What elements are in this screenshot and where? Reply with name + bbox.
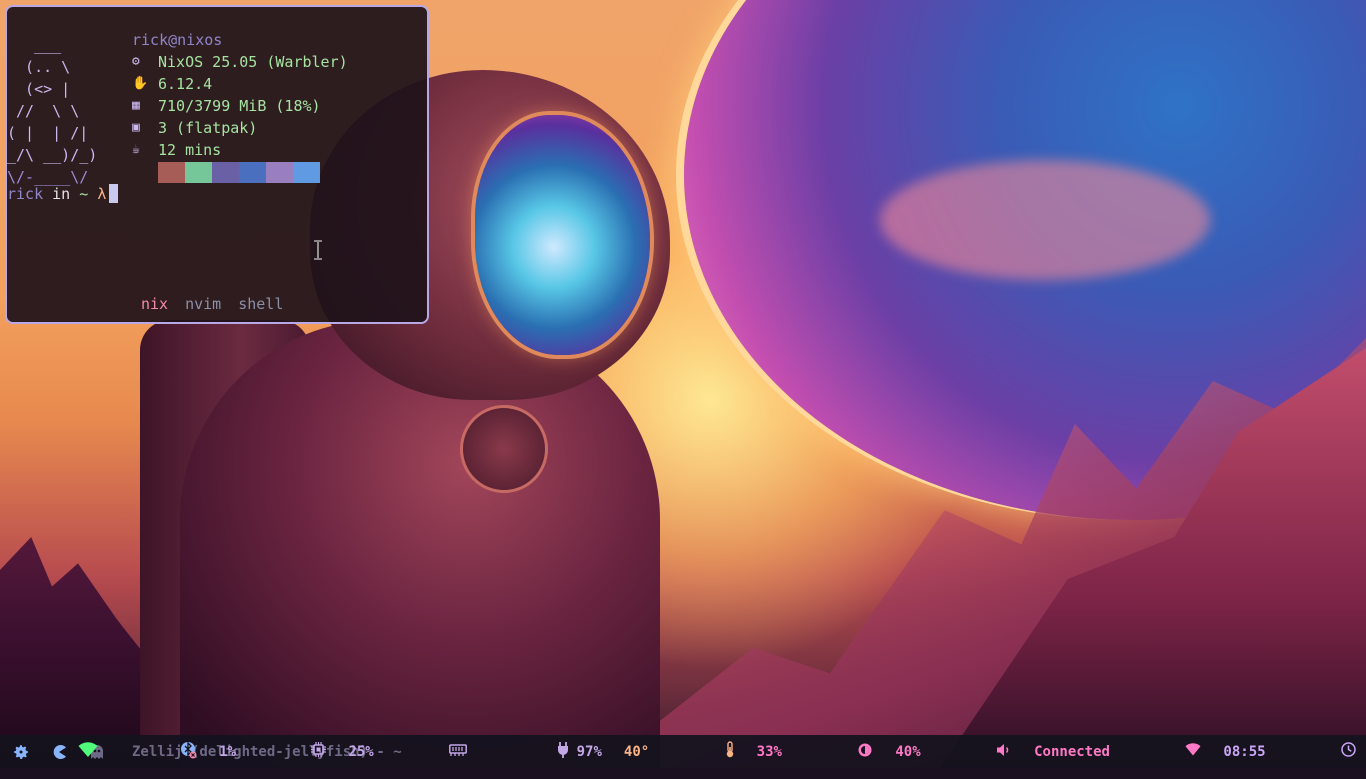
wifi-tray-icon[interactable] xyxy=(10,726,98,778)
packages-value: 3 (flatpak) xyxy=(158,119,258,137)
brightness-value: 33% xyxy=(756,743,782,760)
kernel-row: ✋ 6.12.4 xyxy=(132,73,348,95)
prompt-dir: ~ xyxy=(79,185,89,203)
brightness-icon xyxy=(790,726,873,778)
clock-module[interactable]: 08:55 xyxy=(1223,726,1356,777)
palette-icon xyxy=(132,139,208,205)
tab-nix[interactable]: nix xyxy=(141,293,168,315)
brightness-module[interactable]: 33% xyxy=(757,726,874,778)
packages-row: ▣ 3 (flatpak) xyxy=(132,117,348,139)
mouse-ibeam-cursor-icon xyxy=(313,240,323,266)
color-swatch xyxy=(158,161,185,183)
palette-row xyxy=(132,161,348,183)
color-swatch xyxy=(239,161,266,183)
temperature-value: 40° xyxy=(623,743,650,760)
network-module[interactable]: Connected xyxy=(1034,727,1201,776)
memory-row: ▦ 710/3799 MiB (18%) xyxy=(132,95,348,117)
astronaut-patch xyxy=(460,405,548,493)
memory-icon xyxy=(382,728,468,776)
terminal-window[interactable]: ___ (.. \ (<> | // \ \ ( | | /| _/\ __)/… xyxy=(5,5,429,324)
uptime-value: 12 mins xyxy=(158,141,222,159)
battery-value: 97% xyxy=(576,743,602,760)
shell-prompt[interactable]: rick in ~ λ xyxy=(7,183,119,205)
wifi-icon xyxy=(1118,727,1201,776)
cpu-value: 1% xyxy=(219,743,236,760)
color-swatch xyxy=(185,161,212,183)
tab-nvim[interactable]: nvim xyxy=(185,293,221,315)
color-swatch xyxy=(293,161,320,183)
cpu-module[interactable]: 1% xyxy=(219,726,327,777)
volume-value: 40% xyxy=(895,743,921,760)
volume-icon xyxy=(929,727,1012,777)
memory-value: 710/3799 MiB (18%) xyxy=(158,97,321,115)
tray-icons xyxy=(10,725,197,779)
prompt-symbol: λ xyxy=(97,185,107,203)
package-box-icon: ▣ xyxy=(132,120,140,135)
taskbar-right: 1% 25% 97% 40° 33% 40% Connected 08:55 xyxy=(10,735,1356,768)
taskbar: Zellij (delighted-jellyfish) - ~ 1% 25% xyxy=(0,735,1366,768)
thermometer-icon xyxy=(657,725,734,778)
uptime-row: ☕ 12 mins xyxy=(132,139,348,161)
kernel-hand-icon: ✋ xyxy=(132,76,149,91)
os-gear-icon: ⚙ xyxy=(132,54,140,69)
userhost-label: rick@nixos xyxy=(132,31,223,49)
memory-module[interactable]: 25% xyxy=(348,728,468,776)
userhost-row: rick@nixos xyxy=(132,29,348,51)
tab-shell[interactable]: shell xyxy=(238,293,283,315)
memory-chip-icon: ▦ xyxy=(132,98,140,113)
clock-value: 08:55 xyxy=(1223,743,1266,760)
zellij-tab-bar: nix nvim shell xyxy=(141,293,283,315)
color-swatch xyxy=(266,161,293,183)
memory-value: 25% xyxy=(348,743,374,760)
nixos-ascii-logo: ___ (.. \ (<> | // \ \ ( | | /| _/\ __)/… xyxy=(7,36,98,186)
network-status: Connected xyxy=(1034,743,1110,760)
color-swatch xyxy=(212,161,239,183)
temperature-module[interactable]: 40° xyxy=(624,725,735,778)
bluetooth-off-icon[interactable] xyxy=(114,725,197,779)
clock-icon xyxy=(1274,726,1356,777)
prompt-in: in xyxy=(52,185,71,203)
color-palette xyxy=(158,161,320,183)
battery-module[interactable]: 97% xyxy=(489,726,602,778)
prompt-user: rick xyxy=(7,185,44,203)
text-cursor xyxy=(109,184,119,203)
battery-plug-icon xyxy=(489,726,568,778)
cpu-icon xyxy=(244,726,327,777)
wallpaper-cloud xyxy=(880,160,1210,280)
kernel-value: 6.12.4 xyxy=(158,75,213,93)
volume-module[interactable]: 40% xyxy=(895,727,1012,777)
os-row: ⚙ NixOS 25.05 (Warbler) xyxy=(132,51,348,73)
os-value: NixOS 25.05 (Warbler) xyxy=(158,53,348,71)
fetch-info: rick@nixos ⚙ NixOS 25.05 (Warbler) ✋ 6.1… xyxy=(132,29,348,183)
